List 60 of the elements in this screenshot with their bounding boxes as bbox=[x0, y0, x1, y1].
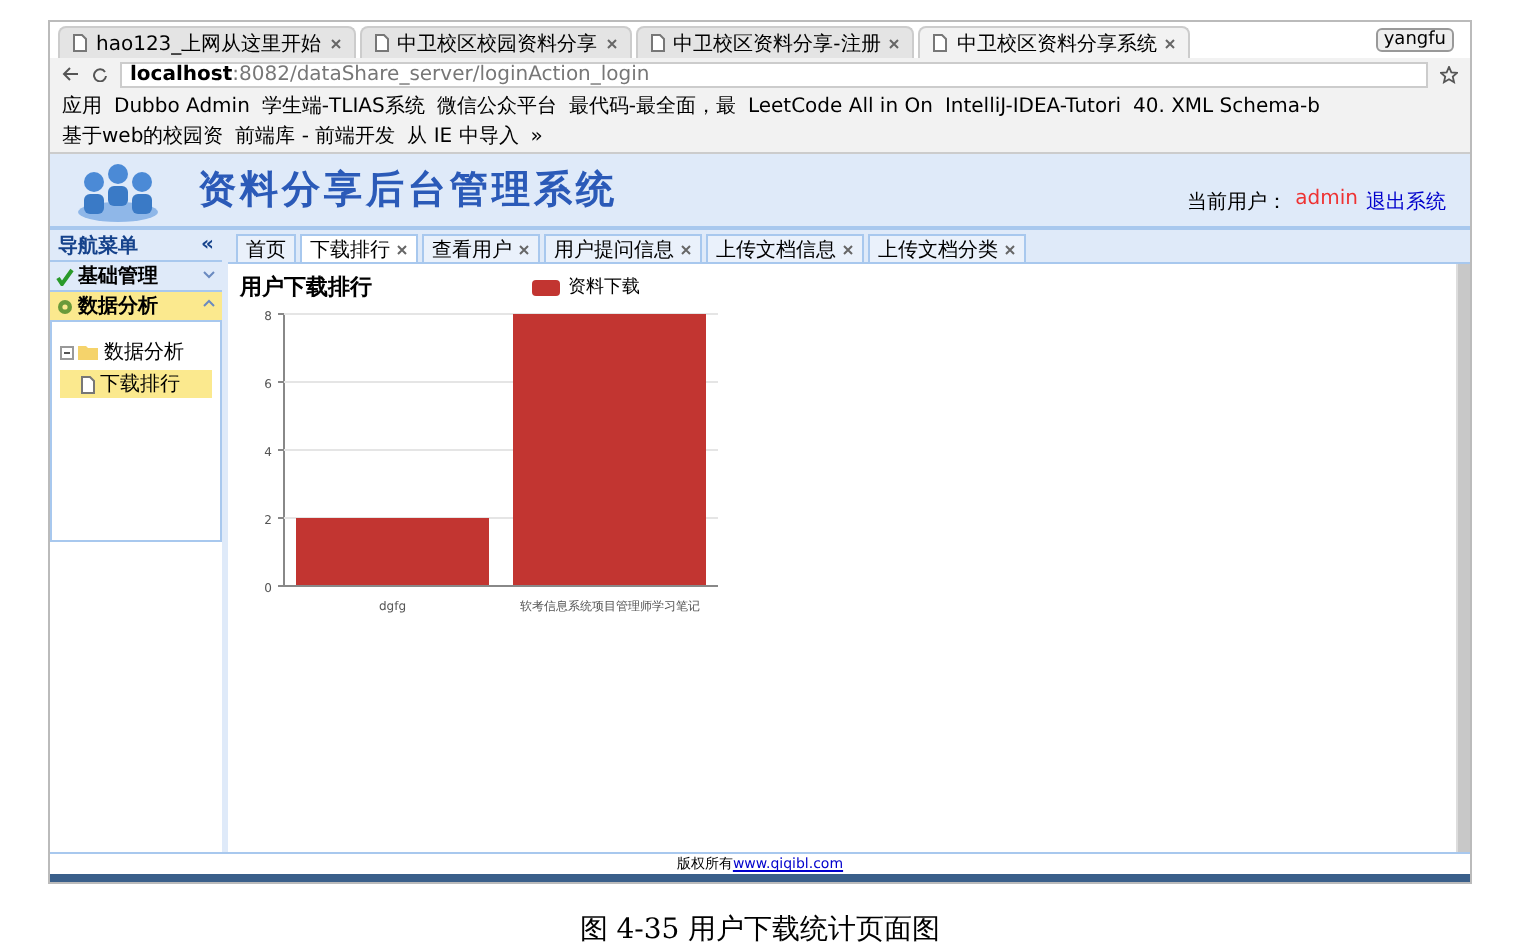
browser-tab[interactable]: 中卫校区资料分享-注册 bbox=[635, 26, 915, 58]
browser-tab[interactable]: hao123_上网从这里开始 bbox=[58, 26, 356, 58]
bookmark[interactable]: 微信公众平台 bbox=[436, 92, 557, 120]
legend-label: 资料下载 bbox=[568, 275, 640, 300]
tab[interactable]: 用户提问信息 bbox=[544, 234, 702, 262]
page-icon bbox=[72, 34, 88, 52]
page-icon bbox=[80, 375, 96, 393]
star-icon[interactable] bbox=[1440, 65, 1458, 83]
folder-icon bbox=[78, 344, 100, 360]
tree-item[interactable]: 数据分析 bbox=[60, 338, 212, 366]
browser-tab[interactable]: 中卫校区校园资料分享 bbox=[359, 26, 632, 58]
page-icon bbox=[932, 34, 949, 52]
bookmark[interactable]: 40. XML Schema-b bbox=[1132, 95, 1320, 117]
close-icon[interactable] bbox=[518, 243, 530, 255]
expand-icon[interactable] bbox=[202, 267, 216, 281]
collapse-button[interactable]: « bbox=[201, 234, 214, 256]
page-icon bbox=[649, 34, 666, 52]
bookmark[interactable]: » bbox=[530, 125, 543, 147]
reload-icon[interactable] bbox=[92, 66, 108, 82]
close-icon[interactable] bbox=[842, 243, 854, 255]
accordion-header[interactable]: 数据分析 bbox=[50, 292, 222, 322]
bookmark[interactable]: 应用 bbox=[62, 92, 102, 120]
close-icon[interactable] bbox=[605, 37, 618, 49]
tab[interactable]: 上传文档信息 bbox=[706, 234, 864, 262]
figure-caption: 图 4-35 用户下载统计页面图 bbox=[579, 912, 941, 948]
app-title: 资料分享后台管理系统 bbox=[198, 166, 618, 216]
close-icon[interactable] bbox=[1004, 243, 1016, 255]
profile-button[interactable]: yangfu bbox=[1375, 28, 1454, 52]
tree-item[interactable]: 下载排行 bbox=[60, 370, 212, 398]
bookmark[interactable]: LeetCode All in On bbox=[747, 95, 933, 117]
tab[interactable]: 首页 bbox=[236, 234, 296, 262]
bookmark[interactable]: 前端库 - 前端开发 bbox=[235, 122, 396, 150]
close-icon[interactable] bbox=[680, 243, 692, 255]
bookmark[interactable]: 基于web的校园资 bbox=[62, 122, 224, 150]
chart-title: 用户下载排行 bbox=[240, 272, 372, 302]
close-icon[interactable] bbox=[396, 243, 408, 255]
browser-tab[interactable]: 中卫校区资料分享系统 bbox=[918, 26, 1191, 58]
bookmark[interactable]: Dubbo Admin bbox=[114, 95, 250, 117]
bookmark[interactable]: 最代码-最全面，最 bbox=[568, 92, 736, 120]
back-icon[interactable] bbox=[62, 66, 80, 82]
legend-swatch bbox=[532, 279, 560, 295]
bookmark[interactable]: 学生端-TLIAS系统 bbox=[261, 92, 425, 120]
collapse-icon[interactable] bbox=[60, 345, 74, 359]
close-icon[interactable] bbox=[888, 37, 901, 49]
user-label: 当前用户： bbox=[1187, 189, 1288, 216]
address-field[interactable]: localhost:8082/dataShare_server/loginAction_login bbox=[120, 61, 1428, 87]
close-icon[interactable] bbox=[329, 37, 342, 49]
scrollbar[interactable] bbox=[1456, 264, 1470, 852]
tab[interactable]: 下载排行 bbox=[300, 234, 418, 262]
check-icon bbox=[56, 267, 74, 285]
bookmark[interactable]: IntelliJ-IDEA-Tutori bbox=[944, 95, 1121, 117]
tab[interactable]: 查看用户 bbox=[422, 234, 540, 262]
page-icon bbox=[373, 34, 390, 52]
user-name: admin bbox=[1295, 188, 1358, 214]
logout-link[interactable]: 退出系统 bbox=[1366, 188, 1446, 216]
nav-header: 导航菜单 « bbox=[50, 230, 222, 262]
accordion-header[interactable]: 基础管理 bbox=[50, 262, 222, 292]
close-icon[interactable] bbox=[1164, 37, 1177, 49]
tab[interactable]: 上传文档分类 bbox=[868, 234, 1026, 262]
bookmark[interactable]: 从 IE 中导入 bbox=[407, 122, 519, 150]
